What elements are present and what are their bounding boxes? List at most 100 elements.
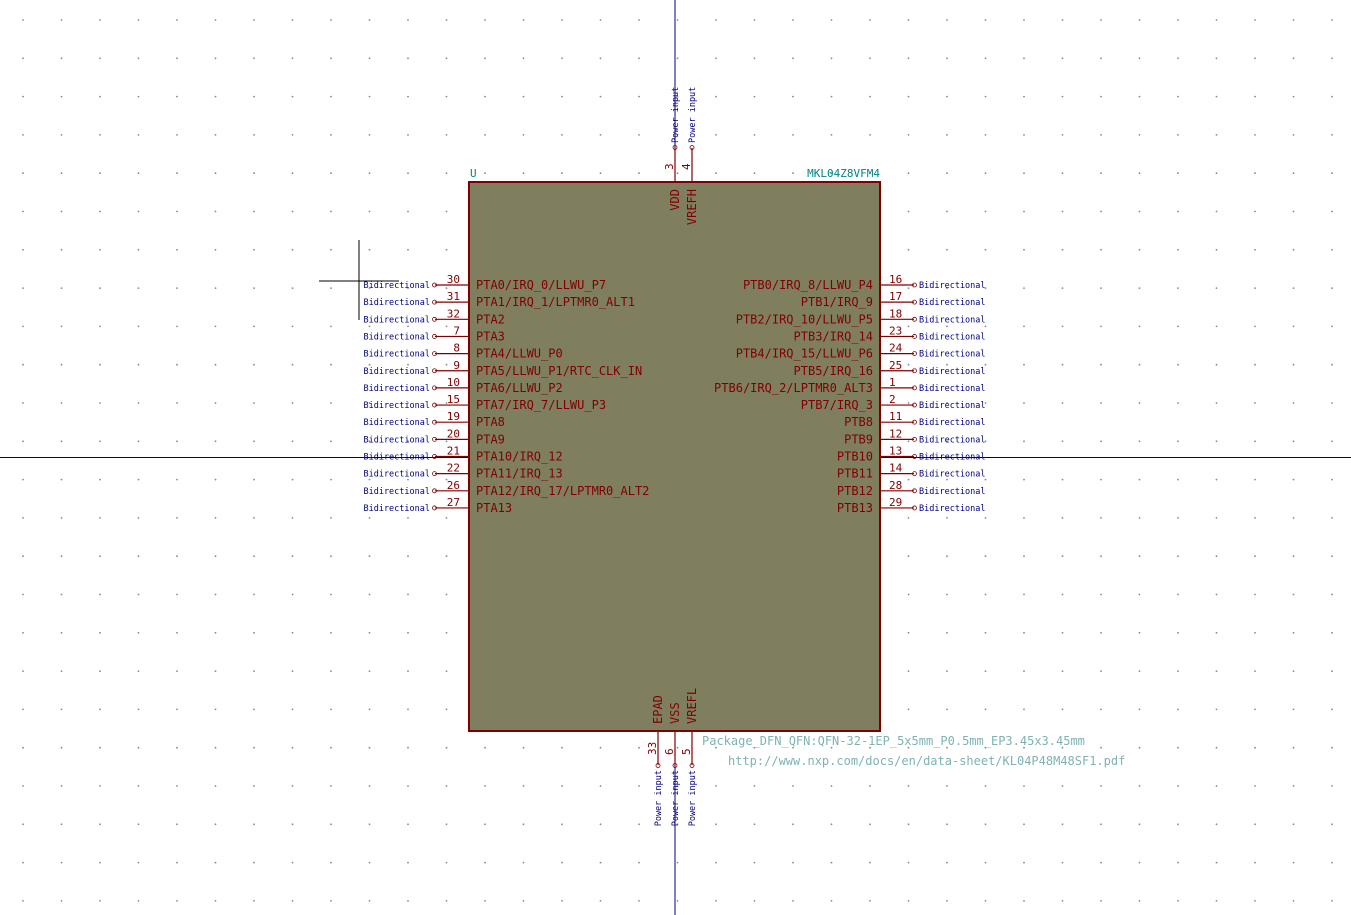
grid-dot <box>1138 708 1141 711</box>
grid-dot <box>407 555 409 558</box>
grid-dot <box>1254 631 1256 634</box>
grid-dot <box>1138 478 1141 481</box>
grid-dot <box>1215 172 1218 175</box>
grid-dot <box>1138 670 1141 672</box>
grid-dot <box>599 19 602 21</box>
grid-dot <box>368 900 371 902</box>
pin-electrical-type: Bidirectional <box>363 453 430 463</box>
footprint-field[interactable]: Package_DFN_QFN:QFN-32-1EP_5x5mm_P0.5mm_… <box>702 734 1085 748</box>
grid-dot <box>1331 670 1333 672</box>
pin-electrical-type: Bidirectional <box>363 418 430 428</box>
grid-dot <box>176 823 178 826</box>
grid-dot <box>1138 287 1141 289</box>
grid-dot <box>792 861 794 864</box>
grid-dot <box>22 555 24 558</box>
grid-dot <box>445 325 448 328</box>
pin-number: 21 <box>447 445 460 458</box>
grid-dot <box>1100 210 1102 213</box>
grid-dot <box>753 900 756 902</box>
grid-dot <box>907 325 910 328</box>
schematic-canvas[interactable]: 30 PTA0/IRQ_0/LLWU_P7Bidirectional31 PTA1/… <box>0 0 1351 915</box>
grid-dot <box>176 402 178 404</box>
grid-dot <box>1331 248 1333 251</box>
grid-dot <box>1331 19 1333 21</box>
grid-dot <box>407 210 409 213</box>
pin-name: PTB12 <box>837 484 873 498</box>
grid-dot <box>599 746 602 749</box>
grid-dot <box>1177 631 1179 634</box>
grid-dot <box>753 823 756 826</box>
grid-dot <box>137 861 140 864</box>
grid-dot <box>60 134 63 136</box>
grid-dot <box>638 19 640 21</box>
pin-electrical-type: Bidirectional <box>363 350 430 360</box>
grid-dot <box>484 172 486 175</box>
grid-dot <box>869 57 871 60</box>
grid-dot <box>445 555 448 558</box>
grid-dot <box>1292 670 1295 672</box>
reference-designator[interactable]: U <box>470 167 477 180</box>
pin-name: EPAD <box>651 695 665 724</box>
grid-dot <box>792 172 794 175</box>
pin-number: 8 <box>453 342 460 355</box>
grid-dot <box>330 402 332 404</box>
pin-name: PTB0/IRQ_8/LLWU_P4 <box>743 278 873 292</box>
grid-dot <box>176 900 178 902</box>
grid-dot <box>1100 708 1102 711</box>
grid-dot <box>99 57 101 60</box>
grid-dot <box>638 861 640 864</box>
grid-dot <box>1138 402 1141 404</box>
grid-dot <box>99 746 101 749</box>
grid-dot <box>1023 900 1025 902</box>
grid-dot <box>1292 248 1295 251</box>
grid-dot <box>1331 95 1333 98</box>
grid-dot <box>753 172 756 175</box>
component-value[interactable]: MKL04Z8VFM4 <box>807 167 880 180</box>
grid-dot <box>907 134 910 136</box>
grid-dot <box>1138 57 1141 60</box>
grid-dot <box>330 746 332 749</box>
grid-dot <box>1100 19 1102 21</box>
grid-dot <box>984 631 987 634</box>
grid-dot <box>330 900 332 902</box>
grid-dot <box>946 593 948 596</box>
grid-dot <box>1138 248 1141 251</box>
grid-dot <box>1138 172 1141 175</box>
grid-dot <box>330 95 332 98</box>
grid-dot <box>1100 785 1102 787</box>
grid-dot <box>253 363 255 366</box>
grid-dot <box>676 19 679 21</box>
grid-dot <box>1177 708 1179 711</box>
grid-dot <box>214 57 217 60</box>
pin-name: PTA11/IRQ_13 <box>476 467 563 481</box>
grid-dot <box>1177 172 1179 175</box>
grid-dot <box>1138 325 1141 328</box>
grid-dot <box>291 631 294 634</box>
grid-dot <box>561 900 563 902</box>
datasheet-field[interactable]: http://www.nxp.com/docs/en/data-sheet/KL… <box>728 754 1125 768</box>
grid-dot <box>330 517 332 519</box>
grid-dot <box>792 823 794 826</box>
grid-dot <box>1100 134 1102 136</box>
grid-dot <box>176 478 178 481</box>
grid-dot <box>753 785 756 787</box>
grid-dot <box>1177 402 1179 404</box>
grid-dot <box>1292 210 1295 213</box>
pin-electrical-type: Bidirectional <box>919 453 986 463</box>
pin-name: PTA6/LLWU_P2 <box>476 381 563 395</box>
grid-dot <box>99 248 101 251</box>
grid-dot <box>330 248 332 251</box>
grid-dot <box>176 861 178 864</box>
grid-dot <box>715 785 717 787</box>
grid-dot <box>869 823 871 826</box>
pin-electrical-type: Bidirectional <box>363 332 430 342</box>
grid-dot <box>330 363 332 366</box>
grid-dot <box>830 861 833 864</box>
grid-dot <box>137 210 140 213</box>
grid-dot <box>715 861 717 864</box>
pin-name: PTB1/IRQ_9 <box>801 295 873 309</box>
grid-dot <box>753 861 756 864</box>
grid-dot <box>407 172 409 175</box>
grid-dot <box>253 823 255 826</box>
grid-dot <box>253 631 255 634</box>
